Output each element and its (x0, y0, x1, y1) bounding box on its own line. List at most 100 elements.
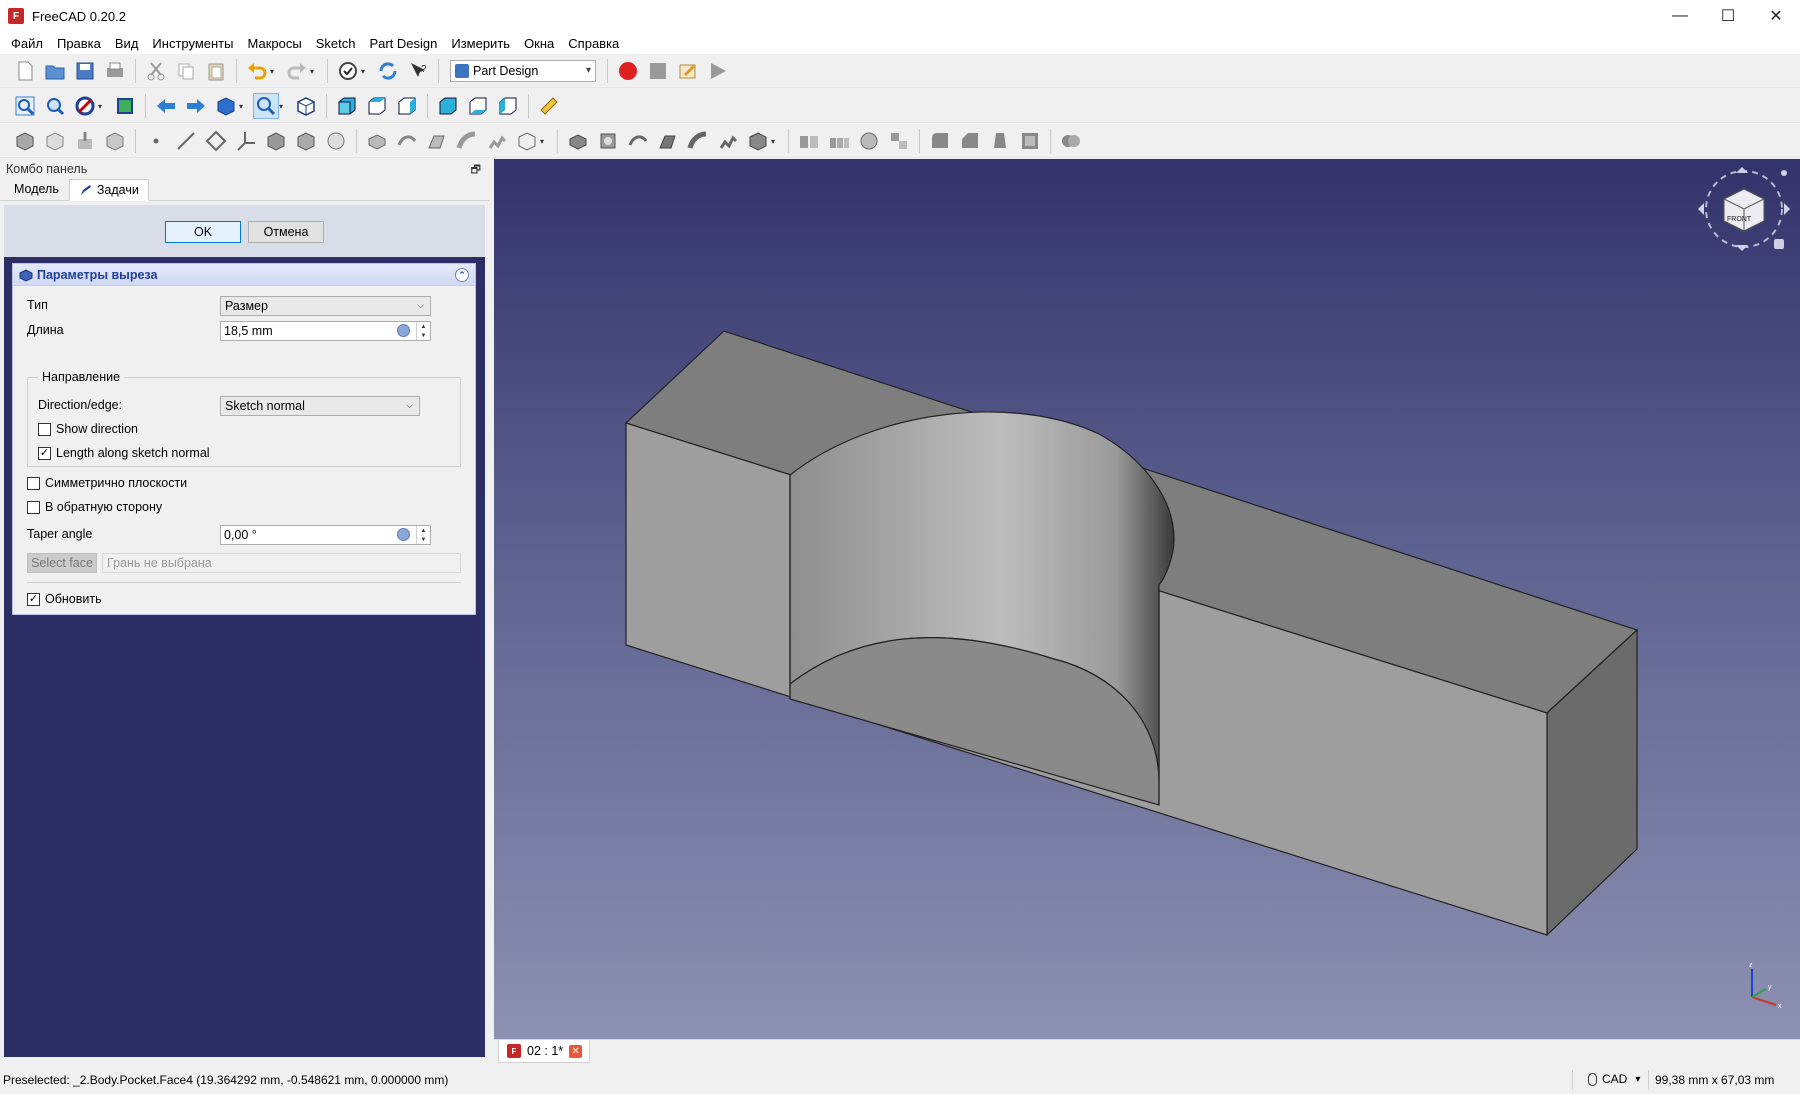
update-view-box[interactable]: ✓ (27, 592, 40, 606)
zoom-icon[interactable] (253, 92, 279, 119)
run-macro-icon[interactable] (705, 58, 731, 84)
view-right-icon[interactable] (394, 93, 420, 119)
datum-line-icon[interactable] (173, 128, 199, 154)
zoom-dropdown-icon[interactable]: ▾ (279, 102, 287, 111)
subtractive-primitive-dropdown-icon[interactable]: ▾ (771, 137, 779, 146)
menu-tools[interactable]: Инструменты (145, 36, 240, 51)
linear-pattern-icon[interactable] (826, 128, 852, 154)
pocket-model[interactable] (494, 159, 1800, 1039)
menu-windows[interactable]: Окна (517, 36, 561, 51)
part-container-icon[interactable] (42, 128, 68, 154)
whats-this-icon[interactable]: ? (405, 58, 431, 84)
additive-loft-icon[interactable] (424, 128, 450, 154)
sub-shape-binder-icon[interactable] (293, 128, 319, 154)
view-left-icon[interactable] (495, 93, 521, 119)
refresh-check-icon[interactable] (335, 58, 361, 84)
menu-file[interactable]: Файл (4, 36, 50, 51)
bounding-box-icon[interactable] (112, 93, 138, 119)
close-tab-icon[interactable]: ✕ (569, 1044, 583, 1058)
view-top-icon[interactable] (364, 93, 390, 119)
reversed-box[interactable] (27, 500, 40, 514)
document-tab[interactable]: F 02 : 1* ✕ (498, 1040, 590, 1063)
show-direction-box[interactable] (38, 422, 51, 436)
subtractive-primitive-icon[interactable] (745, 128, 771, 154)
copy-icon[interactable] (173, 58, 199, 84)
thickness-icon[interactable] (1017, 128, 1043, 154)
body-icon[interactable] (12, 128, 38, 154)
length-along-normal-checkbox[interactable]: ✓ Length along sketch normal (38, 446, 210, 460)
datum-point-icon[interactable] (143, 128, 169, 154)
polar-pattern-icon[interactable] (856, 128, 882, 154)
refresh-dropdown-icon[interactable]: ▾ (361, 67, 369, 76)
chamfer-icon[interactable] (957, 128, 983, 154)
cut-icon[interactable] (143, 58, 169, 84)
subtractive-loft-icon[interactable] (655, 128, 681, 154)
save-icon[interactable] (72, 58, 98, 84)
undo-icon[interactable] (244, 58, 270, 84)
stop-macro-icon[interactable] (645, 58, 671, 84)
length-stepper[interactable]: ▲ ▼ (416, 322, 430, 340)
fit-all-icon[interactable] (12, 93, 38, 119)
tab-model[interactable]: Модель (4, 178, 69, 200)
reversed-checkbox[interactable]: В обратную сторону (27, 500, 162, 514)
collapse-icon[interactable]: ⌃ (455, 268, 469, 282)
symmetric-box[interactable] (27, 476, 40, 490)
fit-selection-icon[interactable] (42, 93, 68, 119)
undo-dropdown-icon[interactable]: ▾ (270, 67, 278, 76)
update-view-checkbox[interactable]: ✓ Обновить (27, 592, 102, 606)
additive-helix-icon[interactable] (484, 128, 510, 154)
print-icon[interactable] (102, 58, 128, 84)
recompute-icon[interactable] (375, 58, 401, 84)
draw-style-dropdown-icon[interactable]: ▾ (98, 102, 106, 111)
menu-help[interactable]: Справка (561, 36, 626, 51)
taper-angle-stepper[interactable]: ▲ ▼ (416, 526, 430, 544)
additive-pipe-icon[interactable] (454, 128, 480, 154)
redo-dropdown-icon[interactable]: ▾ (310, 67, 318, 76)
spin-down-icon[interactable]: ▼ (417, 535, 430, 544)
edit-macro-icon[interactable] (675, 58, 701, 84)
mirrored-icon[interactable] (796, 128, 822, 154)
view-rear-icon[interactable] (435, 93, 461, 119)
direction-edge-select[interactable]: Sketch normal ⌵ (220, 396, 420, 416)
face-field[interactable]: Грань не выбрана (102, 553, 461, 573)
view-axonometric-icon[interactable] (293, 93, 319, 119)
menu-edit[interactable]: Правка (50, 36, 108, 51)
pocket-icon[interactable] (565, 128, 591, 154)
ok-button[interactable]: OK (165, 221, 241, 243)
subtractive-helix-icon[interactable] (715, 128, 741, 154)
groove-icon[interactable] (625, 128, 651, 154)
workbench-selector[interactable]: Part Design ▾ (450, 59, 596, 82)
minimize-button[interactable]: — (1656, 0, 1704, 32)
spin-down-icon[interactable]: ▼ (417, 331, 430, 340)
record-macro-icon[interactable] (615, 58, 641, 84)
menu-macro[interactable]: Макросы (240, 36, 308, 51)
datum-plane-icon[interactable] (203, 128, 229, 154)
navigation-style-selector[interactable]: CAD ▾ (1588, 1072, 1640, 1086)
clone-icon[interactable] (263, 128, 289, 154)
expression-icon[interactable] (397, 528, 410, 541)
3d-viewport[interactable]: FRONT z x y (494, 159, 1800, 1039)
paste-icon[interactable] (203, 58, 229, 84)
navigation-cube[interactable]: FRONT (1694, 163, 1794, 255)
view-menu-dropdown-icon[interactable]: ▾ (239, 102, 247, 111)
draft-icon[interactable] (987, 128, 1013, 154)
import-shape-icon[interactable] (72, 128, 98, 154)
fillet-icon[interactable] (927, 128, 953, 154)
sketch-icon[interactable] (323, 128, 349, 154)
shape-binder-icon[interactable] (102, 128, 128, 154)
menu-measure[interactable]: Измерить (444, 36, 517, 51)
pad-icon[interactable] (364, 128, 390, 154)
expression-icon[interactable] (397, 324, 410, 337)
show-direction-checkbox[interactable]: Show direction (38, 422, 138, 436)
spin-up-icon[interactable]: ▲ (417, 526, 430, 535)
draw-style-icon[interactable] (72, 93, 98, 119)
menu-view[interactable]: Вид (108, 36, 146, 51)
additive-primitive-dropdown-icon[interactable]: ▾ (540, 137, 548, 146)
new-file-icon[interactable] (12, 58, 38, 84)
multi-transform-icon[interactable] (886, 128, 912, 154)
type-select[interactable]: Размер ⌵ (220, 296, 431, 316)
open-file-icon[interactable] (42, 58, 68, 84)
close-button[interactable]: ✕ (1752, 0, 1800, 32)
menu-part-design[interactable]: Part Design (362, 36, 444, 51)
menu-sketch[interactable]: Sketch (309, 36, 363, 51)
